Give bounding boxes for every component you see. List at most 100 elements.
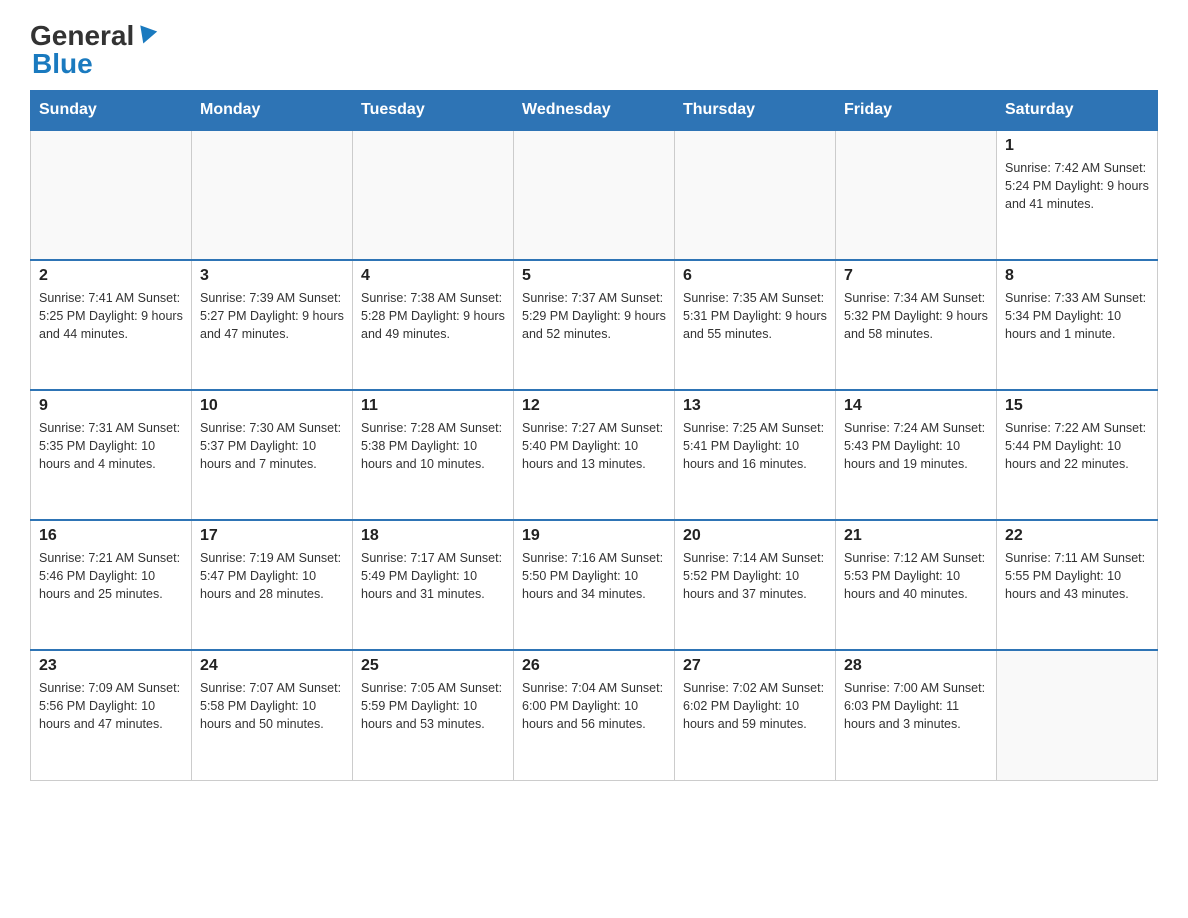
week-row-2: 2 Sunrise: 7:41 AM Sunset: 5:25 PM Daylig… — [31, 260, 1158, 390]
day-number: 11 — [361, 397, 505, 415]
calendar-cell: 3 Sunrise: 7:39 AM Sunset: 5:27 PM Daylig… — [192, 260, 353, 390]
day-info: Sunrise: 7:17 AM Sunset: 5:49 PM Dayligh… — [361, 549, 505, 603]
calendar-cell: 25 Sunrise: 7:05 AM Sunset: 5:59 PM Dayli… — [353, 650, 514, 780]
logo-blue-text: Blue — [32, 48, 93, 80]
day-number: 9 — [39, 397, 183, 415]
logo-triangle-icon — [135, 25, 157, 46]
calendar-cell: 6 Sunrise: 7:35 AM Sunset: 5:31 PM Daylig… — [675, 260, 836, 390]
calendar-cell: 27Sunrise: 7:02 AM Sunset: 6:02 PM Dayli… — [675, 650, 836, 780]
calendar-cell: 11 Sunrise: 7:28 AM Sunset: 5:38 PM Dayli… — [353, 390, 514, 520]
day-info: Sunrise: 7:22 AM Sunset: 5:44 PM Dayligh… — [1005, 419, 1149, 473]
calendar-cell: 7 Sunrise: 7:34 AM Sunset: 5:32 PM Daylig… — [836, 260, 997, 390]
calendar-cell: 17 Sunrise: 7:19 AM Sunset: 5:47 PM Dayli… — [192, 520, 353, 650]
day-info: Sunrise: 7:09 AM Sunset: 5:56 PM Dayligh… — [39, 679, 183, 733]
calendar-cell — [192, 130, 353, 260]
weekday-header-sunday: Sunday — [31, 91, 192, 131]
day-number: 12 — [522, 397, 666, 415]
calendar-cell: 19 Sunrise: 7:16 AM Sunset: 5:50 PM Dayli… — [514, 520, 675, 650]
day-number: 18 — [361, 527, 505, 545]
day-number: 1 — [1005, 137, 1149, 155]
day-info: Sunrise: 7:00 AM Sunset: 6:03 PM Dayligh… — [844, 679, 988, 733]
calendar-cell: 4 Sunrise: 7:38 AM Sunset: 5:28 PM Daylig… — [353, 260, 514, 390]
day-number: 3 — [200, 267, 344, 285]
calendar-table: SundayMondayTuesdayWednesdayThursdayFrid… — [30, 90, 1158, 781]
weekday-header-thursday: Thursday — [675, 91, 836, 131]
day-number: 6 — [683, 267, 827, 285]
weekday-header-monday: Monday — [192, 91, 353, 131]
day-number: 25 — [361, 657, 505, 675]
day-info: Sunrise: 7:34 AM Sunset: 5:32 PM Dayligh… — [844, 289, 988, 343]
calendar-cell — [675, 130, 836, 260]
day-number: 2 — [39, 267, 183, 285]
day-info: Sunrise: 7:41 AM Sunset: 5:25 PM Dayligh… — [39, 289, 183, 343]
weekday-header-tuesday: Tuesday — [353, 91, 514, 131]
calendar-cell — [514, 130, 675, 260]
calendar-cell: 2 Sunrise: 7:41 AM Sunset: 5:25 PM Daylig… — [31, 260, 192, 390]
calendar-cell: 13 Sunrise: 7:25 AM Sunset: 5:41 PM Dayli… — [675, 390, 836, 520]
day-info: Sunrise: 7:33 AM Sunset: 5:34 PM Dayligh… — [1005, 289, 1149, 343]
day-number: 21 — [844, 527, 988, 545]
day-number: 13 — [683, 397, 827, 415]
day-info: Sunrise: 7:42 AM Sunset: 5:24 PM Dayligh… — [1005, 159, 1149, 213]
day-number: 19 — [522, 527, 666, 545]
calendar-cell: 18 Sunrise: 7:17 AM Sunset: 5:49 PM Dayli… — [353, 520, 514, 650]
weekday-header-row: SundayMondayTuesdayWednesdayThursdayFrid… — [31, 91, 1158, 131]
calendar-cell — [31, 130, 192, 260]
day-info: Sunrise: 7:12 AM Sunset: 5:53 PM Dayligh… — [844, 549, 988, 603]
calendar-cell — [836, 130, 997, 260]
calendar-cell: 28 Sunrise: 7:00 AM Sunset: 6:03 PM Dayli… — [836, 650, 997, 780]
day-info: Sunrise: 7:39 AM Sunset: 5:27 PM Dayligh… — [200, 289, 344, 343]
week-row-4: 16Sunrise: 7:21 AM Sunset: 5:46 PM Dayli… — [31, 520, 1158, 650]
calendar-cell: 24Sunrise: 7:07 AM Sunset: 5:58 PM Dayli… — [192, 650, 353, 780]
day-number: 7 — [844, 267, 988, 285]
logo: General Blue — [30, 20, 158, 80]
day-number: 4 — [361, 267, 505, 285]
calendar-cell: 26 Sunrise: 7:04 AM Sunset: 6:00 PM Dayli… — [514, 650, 675, 780]
day-number: 17 — [200, 527, 344, 545]
page-header: General Blue — [30, 20, 1158, 80]
day-info: Sunrise: 7:04 AM Sunset: 6:00 PM Dayligh… — [522, 679, 666, 733]
day-number: 16 — [39, 527, 183, 545]
calendar-cell: 9Sunrise: 7:31 AM Sunset: 5:35 PM Daylig… — [31, 390, 192, 520]
day-info: Sunrise: 7:11 AM Sunset: 5:55 PM Dayligh… — [1005, 549, 1149, 603]
day-info: Sunrise: 7:30 AM Sunset: 5:37 PM Dayligh… — [200, 419, 344, 473]
day-info: Sunrise: 7:14 AM Sunset: 5:52 PM Dayligh… — [683, 549, 827, 603]
day-info: Sunrise: 7:35 AM Sunset: 5:31 PM Dayligh… — [683, 289, 827, 343]
week-row-1: 1 Sunrise: 7:42 AM Sunset: 5:24 PM Daylig… — [31, 130, 1158, 260]
week-row-5: 23 Sunrise: 7:09 AM Sunset: 5:56 PM Dayli… — [31, 650, 1158, 780]
day-number: 10 — [200, 397, 344, 415]
calendar-cell: 14 Sunrise: 7:24 AM Sunset: 5:43 PM Dayli… — [836, 390, 997, 520]
day-number: 26 — [522, 657, 666, 675]
day-info: Sunrise: 7:25 AM Sunset: 5:41 PM Dayligh… — [683, 419, 827, 473]
day-info: Sunrise: 7:24 AM Sunset: 5:43 PM Dayligh… — [844, 419, 988, 473]
weekday-header-saturday: Saturday — [997, 91, 1158, 131]
calendar-cell: 1 Sunrise: 7:42 AM Sunset: 5:24 PM Daylig… — [997, 130, 1158, 260]
day-number: 15 — [1005, 397, 1149, 415]
day-info: Sunrise: 7:19 AM Sunset: 5:47 PM Dayligh… — [200, 549, 344, 603]
day-number: 20 — [683, 527, 827, 545]
day-number: 14 — [844, 397, 988, 415]
day-number: 22 — [1005, 527, 1149, 545]
day-info: Sunrise: 7:27 AM Sunset: 5:40 PM Dayligh… — [522, 419, 666, 473]
calendar-cell: 15 Sunrise: 7:22 AM Sunset: 5:44 PM Dayli… — [997, 390, 1158, 520]
day-number: 8 — [1005, 267, 1149, 285]
day-number: 23 — [39, 657, 183, 675]
day-number: 27 — [683, 657, 827, 675]
day-info: Sunrise: 7:37 AM Sunset: 5:29 PM Dayligh… — [522, 289, 666, 343]
day-info: Sunrise: 7:28 AM Sunset: 5:38 PM Dayligh… — [361, 419, 505, 473]
calendar-cell: 12 Sunrise: 7:27 AM Sunset: 5:40 PM Dayli… — [514, 390, 675, 520]
calendar-cell: 16Sunrise: 7:21 AM Sunset: 5:46 PM Dayli… — [31, 520, 192, 650]
calendar-cell: 20 Sunrise: 7:14 AM Sunset: 5:52 PM Dayli… — [675, 520, 836, 650]
day-info: Sunrise: 7:05 AM Sunset: 5:59 PM Dayligh… — [361, 679, 505, 733]
day-number: 5 — [522, 267, 666, 285]
day-info: Sunrise: 7:07 AM Sunset: 5:58 PM Dayligh… — [200, 679, 344, 733]
calendar-cell: 22 Sunrise: 7:11 AM Sunset: 5:55 PM Dayli… — [997, 520, 1158, 650]
weekday-header-wednesday: Wednesday — [514, 91, 675, 131]
calendar-cell: 21 Sunrise: 7:12 AM Sunset: 5:53 PM Dayli… — [836, 520, 997, 650]
calendar-cell — [997, 650, 1158, 780]
day-info: Sunrise: 7:38 AM Sunset: 5:28 PM Dayligh… — [361, 289, 505, 343]
day-info: Sunrise: 7:16 AM Sunset: 5:50 PM Dayligh… — [522, 549, 666, 603]
calendar-cell: 5 Sunrise: 7:37 AM Sunset: 5:29 PM Daylig… — [514, 260, 675, 390]
calendar-cell: 10 Sunrise: 7:30 AM Sunset: 5:37 PM Dayli… — [192, 390, 353, 520]
day-number: 28 — [844, 657, 988, 675]
